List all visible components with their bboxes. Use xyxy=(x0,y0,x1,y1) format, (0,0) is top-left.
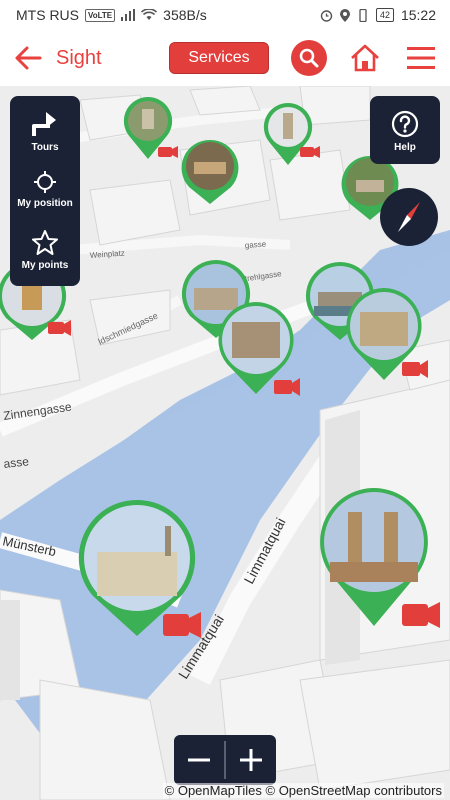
back-arrow-icon[interactable] xyxy=(14,44,42,72)
tours-label: Tours xyxy=(31,142,59,153)
video-camera-icon xyxy=(300,147,314,157)
wifi-icon xyxy=(141,9,158,20)
video-camera-icon xyxy=(274,380,292,394)
video-camera-icon xyxy=(48,322,64,334)
home-icon[interactable] xyxy=(350,44,380,72)
alarm-icon xyxy=(320,9,333,22)
clock: 15:22 xyxy=(400,7,436,23)
location-icon xyxy=(339,8,350,22)
vibrate-icon xyxy=(359,8,367,22)
tours-button[interactable]: Tours xyxy=(10,112,80,153)
street-label: gasse xyxy=(245,239,267,250)
my-points-label: My points xyxy=(21,260,69,271)
battery-level: 42 xyxy=(375,8,394,22)
carrier-name: MTS RUS xyxy=(16,7,79,23)
network-speed: 358B/s xyxy=(163,7,207,23)
question-icon xyxy=(391,110,419,138)
video-camera-icon xyxy=(158,147,172,157)
map-tools-panel: Tours My position My points xyxy=(10,96,80,286)
my-position-label: My position xyxy=(17,198,73,209)
plus-icon xyxy=(240,749,262,771)
page-title: Sight xyxy=(56,47,102,69)
zoom-controls xyxy=(174,735,276,785)
my-points-button[interactable]: My points xyxy=(10,230,80,271)
map-attribution[interactable]: © OpenMapTiles © OpenStreetMap contribut… xyxy=(162,783,444,798)
hamburger-menu-icon[interactable] xyxy=(407,46,435,70)
star-icon xyxy=(32,230,58,255)
video-camera-icon xyxy=(163,614,189,636)
volte-badge: VoLTE xyxy=(85,8,116,22)
video-camera-icon xyxy=(402,604,428,626)
street-label: asse xyxy=(3,454,30,471)
my-position-button[interactable]: My position xyxy=(10,170,80,209)
search-icon xyxy=(299,48,319,68)
search-button[interactable] xyxy=(291,40,327,76)
zoom-out-button[interactable] xyxy=(174,735,224,785)
route-turn-icon xyxy=(32,112,56,136)
video-camera-icon xyxy=(402,362,420,376)
crosshair-icon xyxy=(34,171,56,193)
status-bar: MTS RUS VoLTE 358B/s 42 15:22 xyxy=(0,0,450,30)
zoom-in-button[interactable] xyxy=(226,735,276,785)
help-button[interactable]: Help xyxy=(370,96,440,164)
minus-icon xyxy=(188,758,210,762)
help-label: Help xyxy=(394,142,416,153)
compass-icon xyxy=(398,202,420,232)
app-bar: Sight Services xyxy=(0,30,450,86)
signal-icon xyxy=(121,9,136,21)
services-button[interactable]: Services xyxy=(169,42,269,74)
compass-button[interactable] xyxy=(380,188,438,246)
